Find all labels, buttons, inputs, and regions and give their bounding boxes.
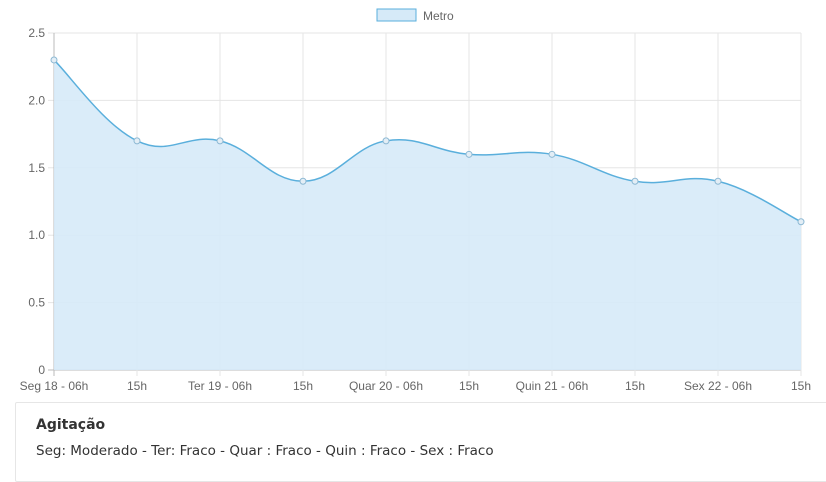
y-tick-label: 0.5 (28, 296, 45, 310)
data-point[interactable] (548, 150, 556, 158)
x-tick-label: Quin 21 - 06h (516, 379, 589, 393)
x-tick-label: 15h (625, 379, 645, 393)
data-point[interactable] (714, 177, 722, 185)
y-tick-label: 1.5 (28, 161, 45, 175)
data-point[interactable] (465, 150, 473, 158)
x-axis-labels: Seg 18 - 06h 15h Ter 19 - 06h 15h Quar 20 - … (20, 379, 811, 393)
data-point[interactable] (631, 177, 639, 185)
data-point[interactable] (50, 56, 58, 64)
x-tick-label: Seg 18 - 06h (20, 379, 89, 393)
legend-label-metro: Metro (423, 9, 454, 23)
agitation-title: Agitação (36, 417, 106, 433)
series-metro-area (54, 59, 801, 371)
data-point[interactable] (382, 137, 390, 145)
y-tick-label: 2.5 (28, 26, 45, 40)
y-tick-label: 2.0 (28, 93, 45, 107)
data-point[interactable] (797, 218, 805, 226)
chart: Metro 0 0.5 1.0 1.5 2.0 2.5 Seg 18 - 06h 15h Te… (20, 8, 811, 393)
data-point[interactable] (133, 137, 141, 145)
x-tick-label: 15h (459, 379, 479, 393)
agitation-text: Seg: Moderado - Ter: Fraco - Quar : Frac… (36, 443, 494, 459)
x-tick-label: Sex 22 - 06h (684, 379, 752, 393)
legend-swatch (376, 8, 417, 22)
x-tick-label: Ter 19 - 06h (188, 379, 252, 393)
data-point[interactable] (216, 137, 224, 145)
x-tick-label: 15h (791, 379, 811, 393)
legend[interactable]: Metro (376, 8, 454, 23)
x-tick-label: Quar 20 - 06h (349, 379, 423, 393)
y-tick-label: 1.0 (28, 228, 45, 242)
x-tick-label: 15h (293, 379, 313, 393)
x-tick-label: 15h (127, 379, 147, 393)
data-point[interactable] (299, 177, 307, 185)
y-tick-label: 0 (38, 363, 45, 377)
y-axis-labels: 0 0.5 1.0 1.5 2.0 2.5 (28, 26, 45, 377)
agitation-panel: Agitação Seg: Moderado - Ter: Fraco - Qu… (15, 402, 826, 482)
